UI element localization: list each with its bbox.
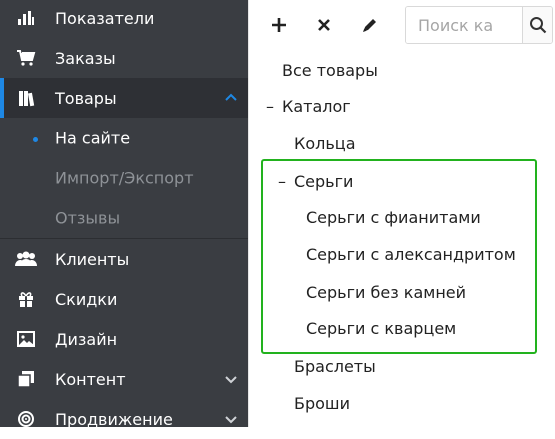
sidebar-item-products[interactable]: Товары [0, 78, 248, 118]
tree-item-earrings[interactable]: – Серьги [278, 172, 353, 191]
sidebar-item-label: Клиенты [55, 249, 130, 269]
copy-icon [14, 367, 38, 391]
submenu-item-label: Отзывы [55, 208, 121, 228]
active-dot [33, 137, 38, 142]
target-icon [14, 407, 38, 431]
sidebar-item-content[interactable]: Контент [0, 359, 248, 399]
collapse-toggle[interactable]: – [278, 172, 290, 191]
sidebar-item-label: Заказы [55, 48, 116, 68]
sidebar: Показатели Заказы Товары На сайте Импорт… [0, 0, 248, 429]
submenu-item-reviews[interactable]: Отзывы [0, 198, 248, 238]
pencil-icon [363, 19, 376, 32]
sidebar-item-indicators[interactable]: Показатели [0, 0, 248, 38]
sidebar-item-label: Дизайн [55, 329, 118, 349]
delete-button[interactable] [309, 10, 339, 40]
close-icon [318, 19, 330, 31]
tree-item-bracelets[interactable]: Браслеты [294, 357, 376, 376]
sidebar-item-label: Скидки [55, 289, 118, 309]
submenu-item-on-site[interactable]: На сайте [0, 118, 248, 158]
books-icon [14, 86, 38, 110]
chevron-up-icon[interactable] [224, 91, 238, 105]
gift-icon [14, 287, 38, 311]
tree-item-label: Каталог [282, 97, 351, 116]
search-input[interactable] [406, 7, 522, 43]
users-icon [14, 247, 38, 271]
image-icon [14, 327, 38, 351]
add-button[interactable] [264, 10, 294, 40]
sidebar-item-clients[interactable]: Клиенты [0, 239, 248, 279]
sidebar-item-orders[interactable]: Заказы [0, 38, 248, 78]
chevron-down-icon[interactable] [224, 412, 238, 426]
submenu-item-label: Импорт/Экспорт [55, 168, 194, 188]
tree-item-earrings-no-stones[interactable]: Серьги без камней [306, 283, 466, 302]
tree-item-earrings-alexandrite[interactable]: Серьги с александритом [306, 245, 516, 264]
submenu-item-import-export[interactable]: Импорт/Экспорт [0, 158, 248, 198]
search-button[interactable] [522, 7, 552, 43]
chevron-down-icon[interactable] [224, 372, 238, 386]
submenu-item-label: На сайте [55, 128, 131, 148]
category-panel: Все товары –Каталог Кольца –Серьги Серьг… [248, 0, 555, 427]
tree-item-rings[interactable]: Кольца [294, 134, 356, 153]
sidebar-item-promotion[interactable]: Продвижение [0, 399, 248, 439]
sidebar-item-label: Контент [55, 369, 126, 389]
sidebar-item-design[interactable]: Дизайн [0, 319, 248, 359]
search-box [405, 6, 553, 44]
plus-icon [272, 18, 286, 32]
sidebar-item-label: Показатели [55, 8, 155, 28]
cart-icon [14, 46, 38, 70]
toolbar [249, 0, 555, 50]
collapse-toggle[interactable]: – [266, 97, 278, 116]
bar-chart-icon [14, 6, 38, 30]
tree-item-label: Серьги [294, 172, 354, 191]
tree-item-catalog[interactable]: – Каталог [266, 97, 351, 116]
sidebar-item-label: Продвижение [55, 409, 173, 429]
tree-item-earrings-quartz[interactable]: Серьги с кварцем [306, 319, 456, 338]
search-icon [529, 17, 546, 34]
tree-item-brooches[interactable]: Броши [294, 394, 350, 413]
tree-item-earrings-cubic-zirconia[interactable]: Серьги с фианитами [306, 208, 481, 227]
edit-button[interactable] [355, 10, 385, 40]
sidebar-item-discounts[interactable]: Скидки [0, 279, 248, 319]
tree-item-all-products[interactable]: Все товары [282, 61, 378, 80]
sidebar-item-label: Товары [55, 88, 117, 108]
